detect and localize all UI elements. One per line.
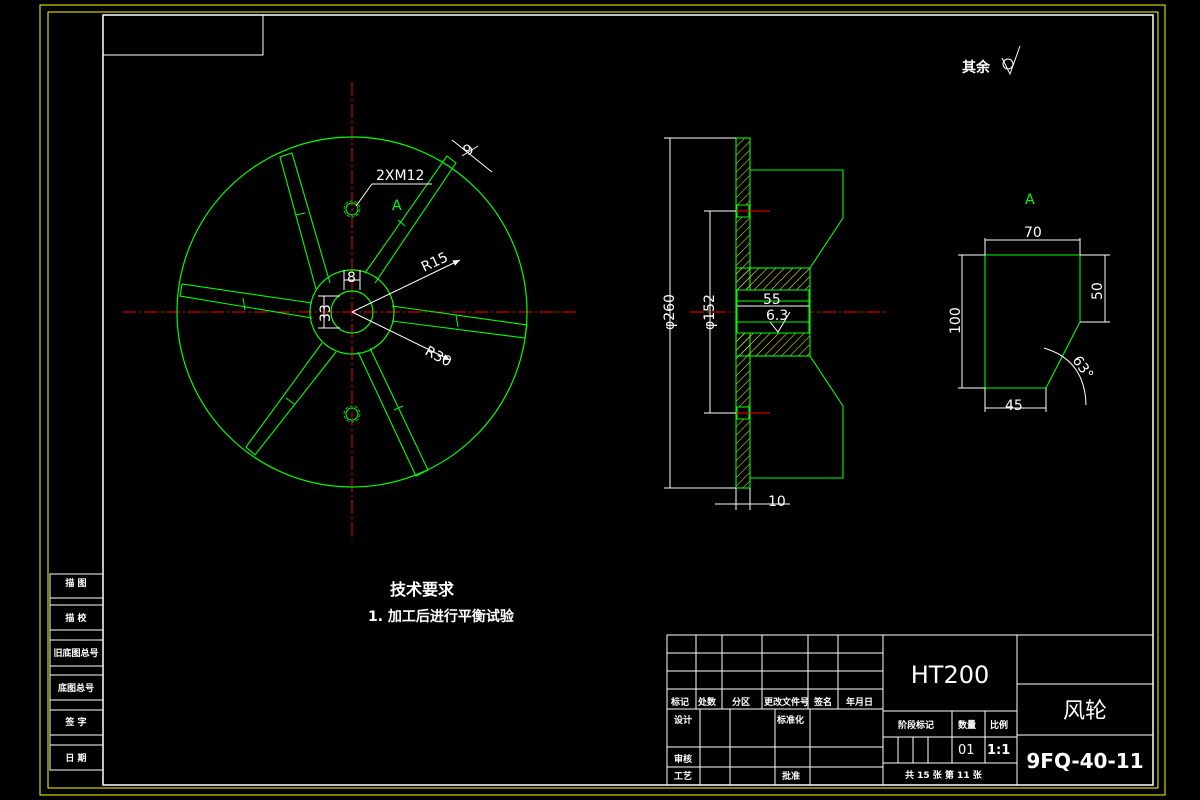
left-margin-table: 描 图 描 校 旧底图总号 底图总号 签 字 日 期 xyxy=(49,573,104,771)
dim-right: 50 xyxy=(1090,282,1106,300)
hole-label: 2XM12 xyxy=(376,168,424,184)
detail-title: A xyxy=(1025,192,1035,208)
blade-outline xyxy=(984,254,1081,389)
dim-pcd: φ152 xyxy=(702,294,718,330)
label-check: 审核 xyxy=(674,753,692,765)
hdr-date: 年月日 xyxy=(846,696,873,708)
label-process: 工艺 xyxy=(674,770,692,782)
part-name: 风轮 xyxy=(1063,699,1107,724)
tech-item: 1. 加工后进行平衡试验 xyxy=(368,608,515,625)
front-view: 2XM12 A R15 R30 9 8 33 xyxy=(122,82,578,540)
dim-hub-w: 8 xyxy=(347,270,356,286)
dim-hub-len: 55 xyxy=(763,292,781,308)
margin-label: 描 图 xyxy=(65,577,86,589)
section-view: φ260 φ152 55 6.3 10 xyxy=(662,137,885,510)
title-block-text: 标记 处数 分区 更改文件号 签名 年月日 设计 标准化 审核 工艺 批准 HT… xyxy=(670,661,1144,782)
label-quantity: 数量 xyxy=(958,719,976,731)
margin-label: 签 字 xyxy=(64,716,86,728)
label-stage: 阶段标记 xyxy=(898,719,934,731)
detail-a: A 70 100 50 45 63° xyxy=(948,192,1110,414)
blade-profile-top xyxy=(750,169,844,269)
dim-hub-h: 33 xyxy=(318,304,334,322)
material: HT200 xyxy=(911,661,990,689)
blade-profile-bottom xyxy=(750,355,844,479)
quantity-value: 01 xyxy=(958,743,975,758)
dim-rib-width: 9 xyxy=(460,141,477,159)
cad-drawing: 描 图 描 校 旧底图总号 底图总号 签 字 日 期 2XM12 A R15 R… xyxy=(39,4,1166,796)
scale-value: 1:1 xyxy=(987,743,1010,758)
label-scale: 比例 xyxy=(990,719,1008,731)
blades xyxy=(179,152,528,477)
tech-title: 技术要求 xyxy=(390,580,455,599)
drawing-number: 9FQ-40-11 xyxy=(1026,749,1143,773)
margin-label: 日 期 xyxy=(65,752,86,764)
margin-label: 描 校 xyxy=(65,612,87,624)
label-design: 设计 xyxy=(674,714,692,726)
dim-hub-r: R30 xyxy=(422,343,454,370)
label-standardize: 标准化 xyxy=(776,714,804,726)
margin-label: 旧底图总号 xyxy=(53,647,98,659)
roughness-value: 6.3 xyxy=(766,308,788,324)
drawing-frame xyxy=(39,4,1166,796)
margin-label: 底图总号 xyxy=(58,682,94,694)
view-marker-a: A xyxy=(392,198,402,214)
surface-note: 其余 xyxy=(962,45,1021,76)
tech-requirements: 技术要求 1. 加工后进行平衡试验 xyxy=(368,580,515,625)
sheet-count: 共 15 张 第 11 张 xyxy=(905,769,983,781)
surface-note-text: 其余 xyxy=(962,59,991,76)
hdr-sign: 签名 xyxy=(813,696,832,708)
hdr-change-doc: 更改文件号 xyxy=(764,696,809,708)
dim-flange-thk: 10 xyxy=(768,494,786,510)
hdr-mark: 标记 xyxy=(670,696,689,708)
dim-angle: 63° xyxy=(1069,353,1096,383)
hdr-zone: 分区 xyxy=(732,696,750,708)
dim-bottom: 45 xyxy=(1005,398,1023,414)
dim-top: 70 xyxy=(1024,225,1042,241)
label-approve: 批准 xyxy=(782,770,800,782)
dim-outer-dia: φ260 xyxy=(662,294,678,330)
dim-height: 100 xyxy=(948,307,964,334)
hdr-count: 处数 xyxy=(697,696,717,708)
